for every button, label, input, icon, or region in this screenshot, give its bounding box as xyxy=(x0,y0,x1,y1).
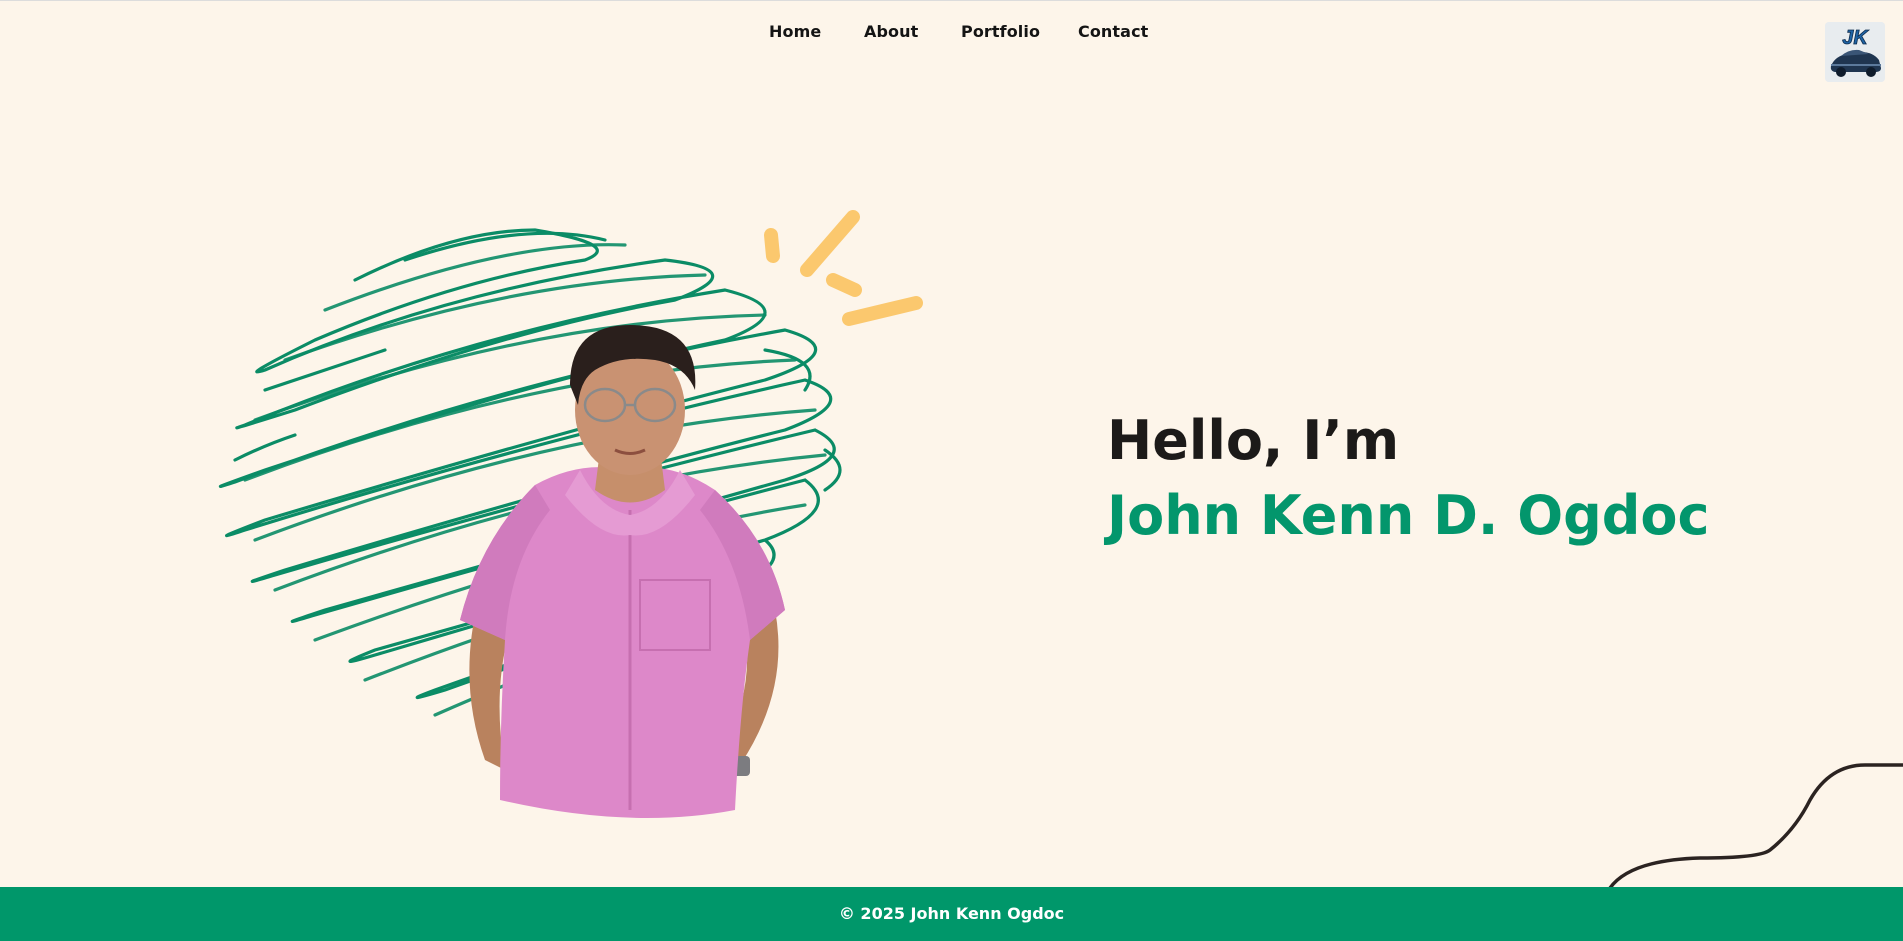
nav-contact-link[interactable]: Contact xyxy=(1078,22,1148,41)
dark-wavy-line xyxy=(1608,763,1903,890)
nav-home-link[interactable]: Home xyxy=(769,22,821,41)
hero-greeting: Hello, I’m xyxy=(1107,409,1400,472)
top-border xyxy=(0,0,1903,1)
footer-copyright: © 2025 John Kenn Ogdoc xyxy=(838,904,1065,923)
site-footer: © 2025 John Kenn Ogdoc xyxy=(0,887,1903,941)
site-logo[interactable]: JK xyxy=(1825,22,1885,82)
profile-portrait xyxy=(460,325,785,818)
logo-car-icon: JK xyxy=(1825,22,1885,82)
nav-about-link[interactable]: About xyxy=(864,22,918,41)
main-nav: Home About Portfolio Contact xyxy=(0,22,1903,46)
nav-portfolio-link[interactable]: Portfolio xyxy=(961,22,1040,41)
hero-name: John Kenn D. Ogdoc xyxy=(1107,484,1710,547)
logo-initials: JK xyxy=(1842,27,1869,49)
